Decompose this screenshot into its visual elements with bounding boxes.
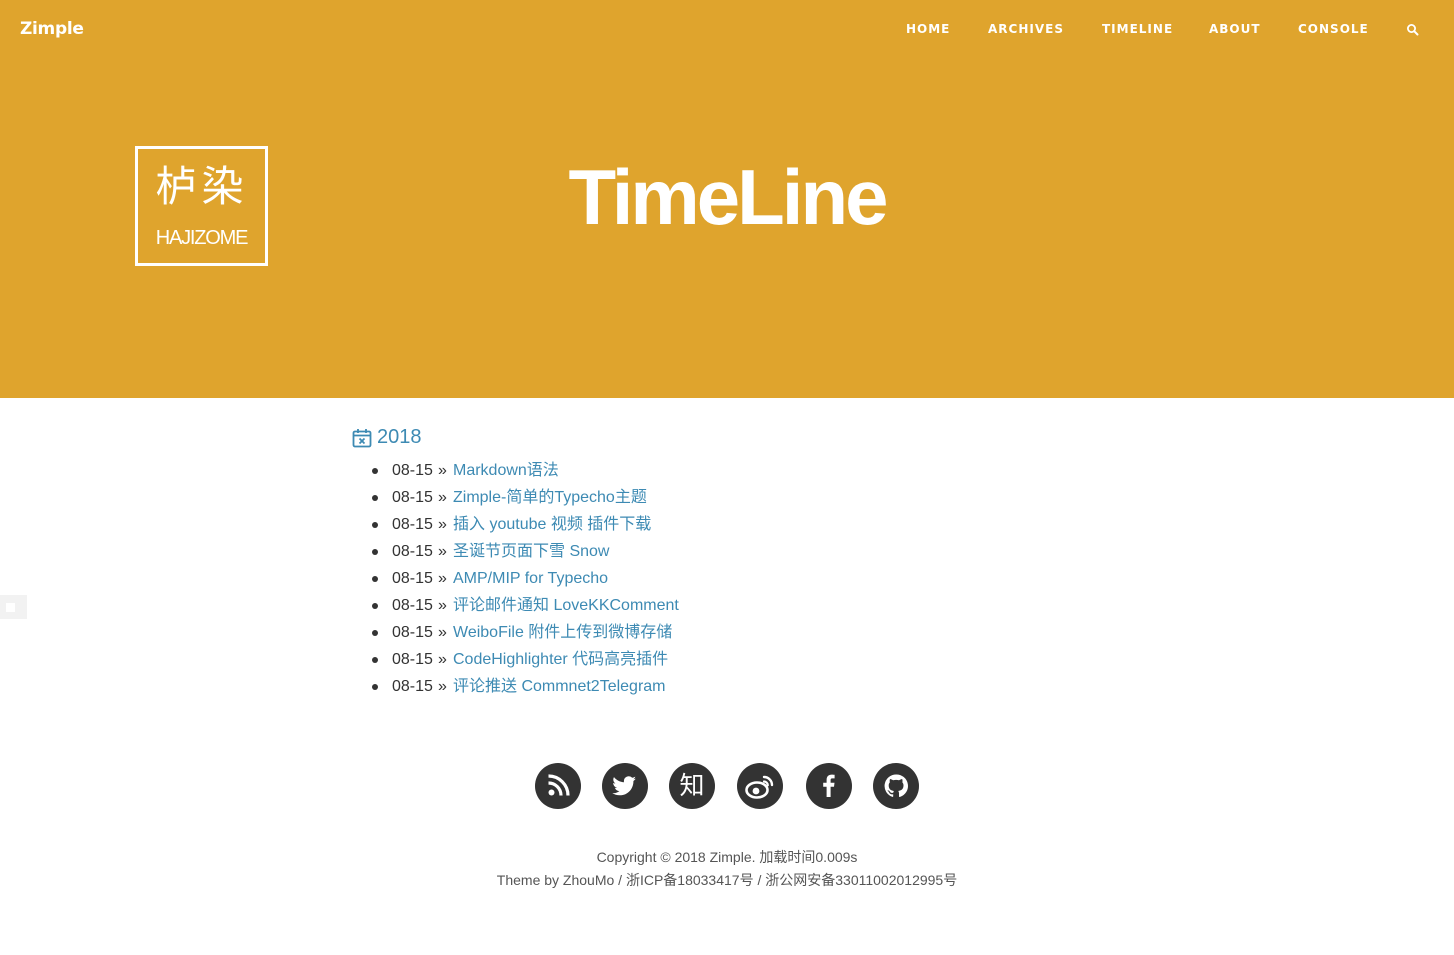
hero-banner: Zimple HOME ARCHIVES TIMELINE ABOUT CONS… bbox=[0, 0, 1454, 398]
separator-glyph: » bbox=[438, 516, 447, 533]
post-title-link[interactable]: WeiboFile 附件上传到微博存储 bbox=[453, 621, 672, 645]
post-title-link[interactable]: CodeHighlighter 代码高亮插件 bbox=[453, 648, 668, 672]
facebook-icon[interactable] bbox=[806, 763, 852, 809]
separator-glyph: » bbox=[438, 462, 447, 479]
list-bullet bbox=[372, 630, 378, 636]
rss-icon[interactable] bbox=[535, 763, 581, 809]
separator-glyph: » bbox=[438, 624, 447, 641]
search-icon[interactable] bbox=[1406, 23, 1420, 37]
side-toggle-tab[interactable] bbox=[0, 595, 27, 619]
list-bullet bbox=[372, 468, 378, 474]
footer-copyright: Copyright © 2018 Zimple. 加载时间0.009s bbox=[596, 849, 858, 865]
nav-about[interactable]: ABOUT bbox=[1209, 22, 1261, 36]
post-date: 08-15 bbox=[392, 624, 433, 641]
post-title-link[interactable]: 评论邮件通知 LoveKKComment bbox=[453, 594, 679, 618]
calendar-x-icon bbox=[352, 429, 372, 448]
post-title-link[interactable]: Markdown语法 bbox=[453, 459, 559, 483]
twitter-icon[interactable] bbox=[602, 763, 648, 809]
separator-glyph: » bbox=[438, 651, 447, 668]
post-title-link[interactable]: 评论推送 Commnet2Telegram bbox=[453, 675, 666, 699]
post-date: 08-15 bbox=[392, 489, 433, 506]
nav-timeline[interactable]: TIMELINE bbox=[1102, 22, 1173, 36]
separator-glyph: » bbox=[438, 678, 447, 695]
separator-glyph: » bbox=[438, 543, 447, 560]
nav-home[interactable]: HOME bbox=[906, 22, 950, 36]
zhihu-icon[interactable]: 知 bbox=[669, 763, 715, 809]
post-title-link[interactable]: 圣诞节页面下雪 Snow bbox=[453, 540, 609, 564]
nav-archives[interactable]: ARCHIVES bbox=[988, 22, 1064, 36]
github-icon[interactable] bbox=[873, 763, 919, 809]
page-title: TimeLine bbox=[568, 153, 889, 241]
list-bullet bbox=[372, 576, 378, 582]
weibo-icon[interactable] bbox=[737, 763, 783, 809]
list-bullet bbox=[372, 549, 378, 555]
list-bullet bbox=[372, 657, 378, 663]
footer-theme-credits: Theme by ZhouMo / 浙ICP备18033417号 / 浙公网安备… bbox=[496, 872, 958, 888]
post-date: 08-15 bbox=[392, 678, 433, 695]
post-date: 08-15 bbox=[392, 462, 433, 479]
post-title-link[interactable]: 插入 youtube 视频 插件下载 bbox=[453, 513, 651, 537]
list-bullet bbox=[372, 684, 378, 690]
list-bullet bbox=[372, 495, 378, 501]
post-date: 08-15 bbox=[392, 516, 433, 533]
list-bullet bbox=[372, 603, 378, 609]
timeline-year: 2018 bbox=[377, 426, 422, 448]
social-links: 知 bbox=[0, 763, 1454, 811]
zhihu-glyph: 知 bbox=[679, 771, 705, 800]
post-date: 08-15 bbox=[392, 597, 433, 614]
post-date: 08-15 bbox=[392, 543, 433, 560]
nav-console[interactable]: CONSOLE bbox=[1298, 22, 1369, 36]
separator-glyph: » bbox=[438, 597, 447, 614]
post-date: 08-15 bbox=[392, 651, 433, 668]
list-bullet bbox=[372, 522, 378, 528]
post-title-link[interactable]: AMP/MIP for Typecho bbox=[453, 567, 608, 591]
post-date: 08-15 bbox=[392, 570, 433, 587]
separator-glyph: » bbox=[438, 489, 447, 506]
separator-glyph: » bbox=[438, 570, 447, 587]
post-title-link[interactable]: Zimple-简单的Typecho主题 bbox=[453, 486, 647, 510]
main-nav: HOME ARCHIVES TIMELINE ABOUT CONSOLE bbox=[0, 22, 1454, 42]
